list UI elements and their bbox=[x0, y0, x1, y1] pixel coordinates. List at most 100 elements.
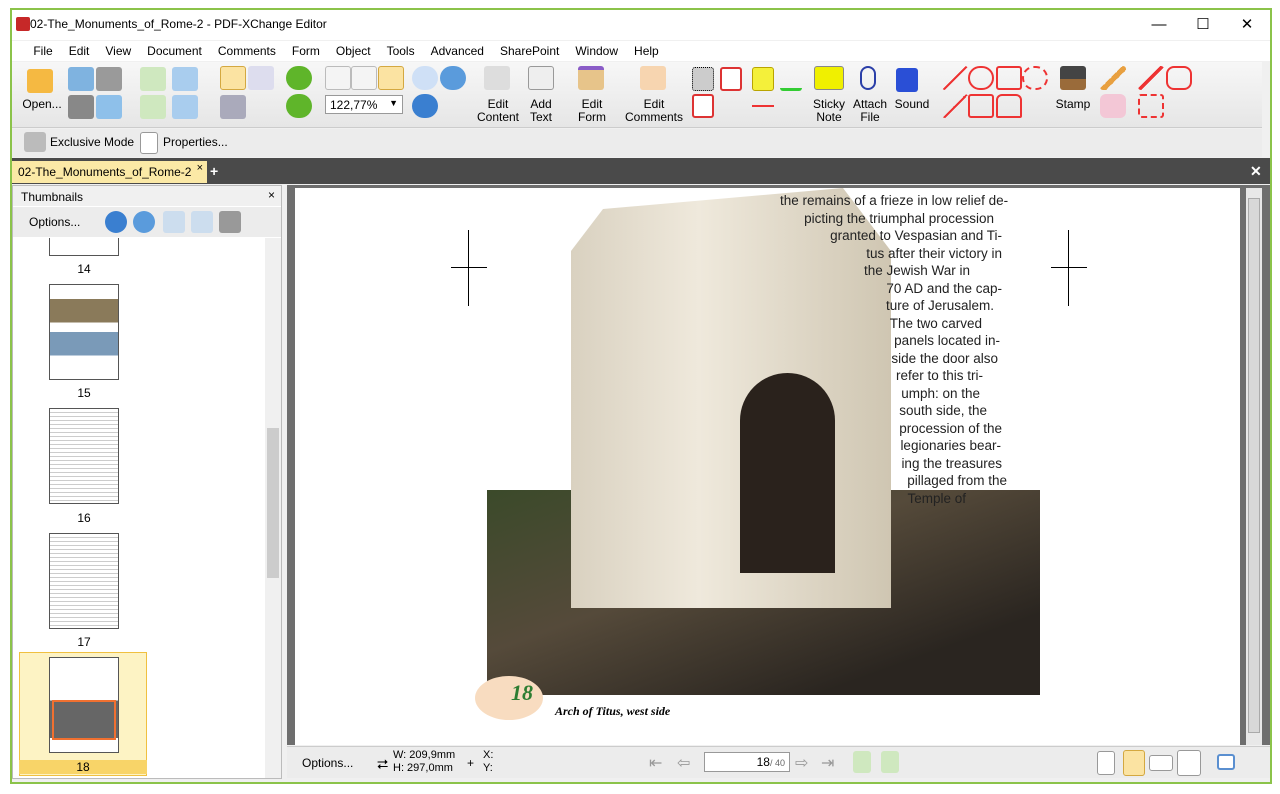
zoom-out-thumb-icon[interactable] bbox=[133, 211, 155, 233]
distance-tool-icon[interactable] bbox=[1138, 66, 1164, 90]
menu-edit[interactable]: Edit bbox=[61, 41, 98, 58]
menu-form[interactable]: Form bbox=[284, 41, 328, 58]
previous-view-icon[interactable] bbox=[853, 751, 871, 773]
rotate-left-icon[interactable] bbox=[163, 211, 185, 233]
panel-close-button[interactable]: × bbox=[268, 188, 275, 202]
properties-button[interactable]: Properties... bbox=[163, 136, 228, 149]
exclusive-mode-button[interactable]: Exclusive Mode bbox=[50, 136, 134, 149]
menu-file[interactable]: File bbox=[25, 41, 60, 58]
continuous-page-icon[interactable] bbox=[1123, 750, 1145, 776]
menu-advanced[interactable]: Advanced bbox=[423, 41, 492, 58]
continuous-facing-icon[interactable] bbox=[1177, 750, 1201, 776]
last-page-button[interactable]: ⇥ bbox=[821, 753, 834, 773]
first-page-button[interactable]: ⇤ bbox=[649, 753, 662, 773]
open-button[interactable]: Open... bbox=[22, 98, 62, 111]
thumbnail-page-16[interactable] bbox=[49, 408, 119, 504]
typewriter-icon[interactable] bbox=[692, 67, 714, 91]
document-scrollbar[interactable] bbox=[1246, 188, 1262, 745]
zoom-in-thumb-icon[interactable] bbox=[105, 211, 127, 233]
edit-comments-button[interactable]: Edit Comments bbox=[624, 98, 684, 124]
thumbnail-page-15[interactable] bbox=[49, 284, 119, 380]
sound-button[interactable]: Sound bbox=[892, 98, 932, 111]
menu-help[interactable]: Help bbox=[626, 41, 667, 58]
scan-icon[interactable] bbox=[96, 67, 122, 91]
close-button[interactable]: ✕ bbox=[1224, 10, 1270, 40]
rotate-ccw-icon[interactable] bbox=[286, 94, 312, 118]
menu-window[interactable]: Window bbox=[567, 41, 626, 58]
single-page-icon[interactable] bbox=[1097, 751, 1115, 775]
attach-file-button[interactable]: Attach File bbox=[850, 98, 890, 124]
polyline-tool-icon[interactable] bbox=[996, 66, 1022, 90]
thumbnail-options-button[interactable]: Options... bbox=[29, 215, 80, 229]
menu-sharepoint[interactable]: SharePoint bbox=[492, 41, 567, 58]
rotate-cw-icon[interactable] bbox=[286, 66, 312, 90]
crop-mark-right bbox=[1051, 230, 1087, 306]
menu-document[interactable]: Document bbox=[139, 41, 210, 58]
actual-size-icon[interactable] bbox=[325, 66, 351, 90]
menu-comments[interactable]: Comments bbox=[210, 41, 284, 58]
arrow-tool-icon[interactable] bbox=[942, 94, 968, 118]
zoom-in-icon[interactable] bbox=[412, 94, 438, 118]
undo-icon[interactable] bbox=[172, 67, 198, 91]
thumbnail-page-18[interactable] bbox=[49, 657, 119, 753]
thumbnail-page-14[interactable] bbox=[49, 238, 119, 256]
menu-tools[interactable]: Tools bbox=[379, 41, 423, 58]
tab-close-button[interactable]: × bbox=[197, 162, 203, 174]
sticky-note-button[interactable]: Sticky Note bbox=[810, 98, 848, 124]
line-tool-icon[interactable] bbox=[942, 66, 968, 90]
thumbnail-scrollbar[interactable] bbox=[265, 238, 281, 778]
new-tab-button[interactable]: + bbox=[210, 163, 218, 179]
edit-form-icon bbox=[578, 66, 604, 90]
thumbnail-page-17[interactable] bbox=[49, 533, 119, 629]
close-all-tabs-button[interactable]: ✕ bbox=[1250, 163, 1262, 180]
menu-view[interactable]: View bbox=[97, 41, 139, 58]
add-text-button[interactable]: Add Text bbox=[524, 98, 558, 124]
previous-page-button[interactable]: ⇦ bbox=[677, 753, 690, 773]
snapshot-icon[interactable] bbox=[220, 95, 246, 119]
hand-tool-icon[interactable] bbox=[220, 66, 246, 90]
fit-page-icon[interactable] bbox=[351, 66, 377, 90]
fit-width-icon[interactable] bbox=[378, 66, 404, 90]
forward-page-icon[interactable] bbox=[140, 95, 166, 119]
perimeter-tool-icon[interactable] bbox=[1138, 94, 1164, 118]
facing-pages-icon[interactable] bbox=[1149, 755, 1173, 771]
tab-document[interactable]: 02-The_Monuments_of_Rome-2 × bbox=[12, 161, 207, 183]
textbox-icon[interactable] bbox=[692, 94, 714, 118]
zoom-out-icon[interactable] bbox=[440, 66, 466, 90]
back-page-icon[interactable] bbox=[140, 67, 166, 91]
underline-icon[interactable] bbox=[780, 67, 802, 91]
area-tool-icon[interactable] bbox=[1166, 66, 1192, 90]
highlight-icon[interactable] bbox=[752, 67, 774, 91]
next-page-button[interactable]: ⇨ bbox=[795, 753, 808, 773]
cloud-tool-icon[interactable] bbox=[1022, 66, 1048, 90]
eraser-icon[interactable] bbox=[1100, 94, 1126, 118]
view-options-icon[interactable] bbox=[1217, 754, 1235, 770]
next-view-icon[interactable] bbox=[881, 751, 899, 773]
thumbnail-label: 17 bbox=[77, 635, 91, 649]
rectangle-tool-icon[interactable] bbox=[968, 94, 994, 118]
cursor-icon: + bbox=[467, 756, 475, 770]
callout-icon[interactable] bbox=[720, 67, 742, 91]
cursor-x: X: bbox=[483, 749, 494, 761]
polygon-tool-icon[interactable] bbox=[996, 94, 1022, 118]
edit-content-button[interactable]: Edit Content bbox=[474, 98, 522, 124]
print-thumb-icon[interactable] bbox=[219, 211, 241, 233]
page-number-input[interactable]: 18/ 40 bbox=[704, 752, 790, 772]
save-icon[interactable] bbox=[68, 67, 94, 91]
rotate-right-icon[interactable] bbox=[191, 211, 213, 233]
zoom-level-select[interactable]: 122,77% ▼ bbox=[325, 95, 403, 114]
maximize-button[interactable]: ☐ bbox=[1180, 10, 1226, 40]
print-icon[interactable] bbox=[68, 95, 94, 119]
edit-form-button[interactable]: Edit Form bbox=[574, 98, 610, 124]
menu-object[interactable]: Object bbox=[328, 41, 379, 58]
pencil-icon[interactable] bbox=[1100, 66, 1126, 90]
ellipse-tool-icon[interactable] bbox=[968, 66, 994, 90]
strikeout-icon[interactable] bbox=[752, 94, 774, 118]
redo-icon[interactable] bbox=[172, 95, 198, 119]
minimize-button[interactable]: — bbox=[1136, 10, 1182, 40]
stamp-button[interactable]: Stamp bbox=[1052, 98, 1094, 111]
select-text-icon[interactable] bbox=[248, 66, 274, 90]
email-icon[interactable] bbox=[96, 95, 122, 119]
zoom-in-area-icon[interactable] bbox=[412, 66, 438, 90]
status-options-button[interactable]: Options... bbox=[302, 756, 353, 770]
